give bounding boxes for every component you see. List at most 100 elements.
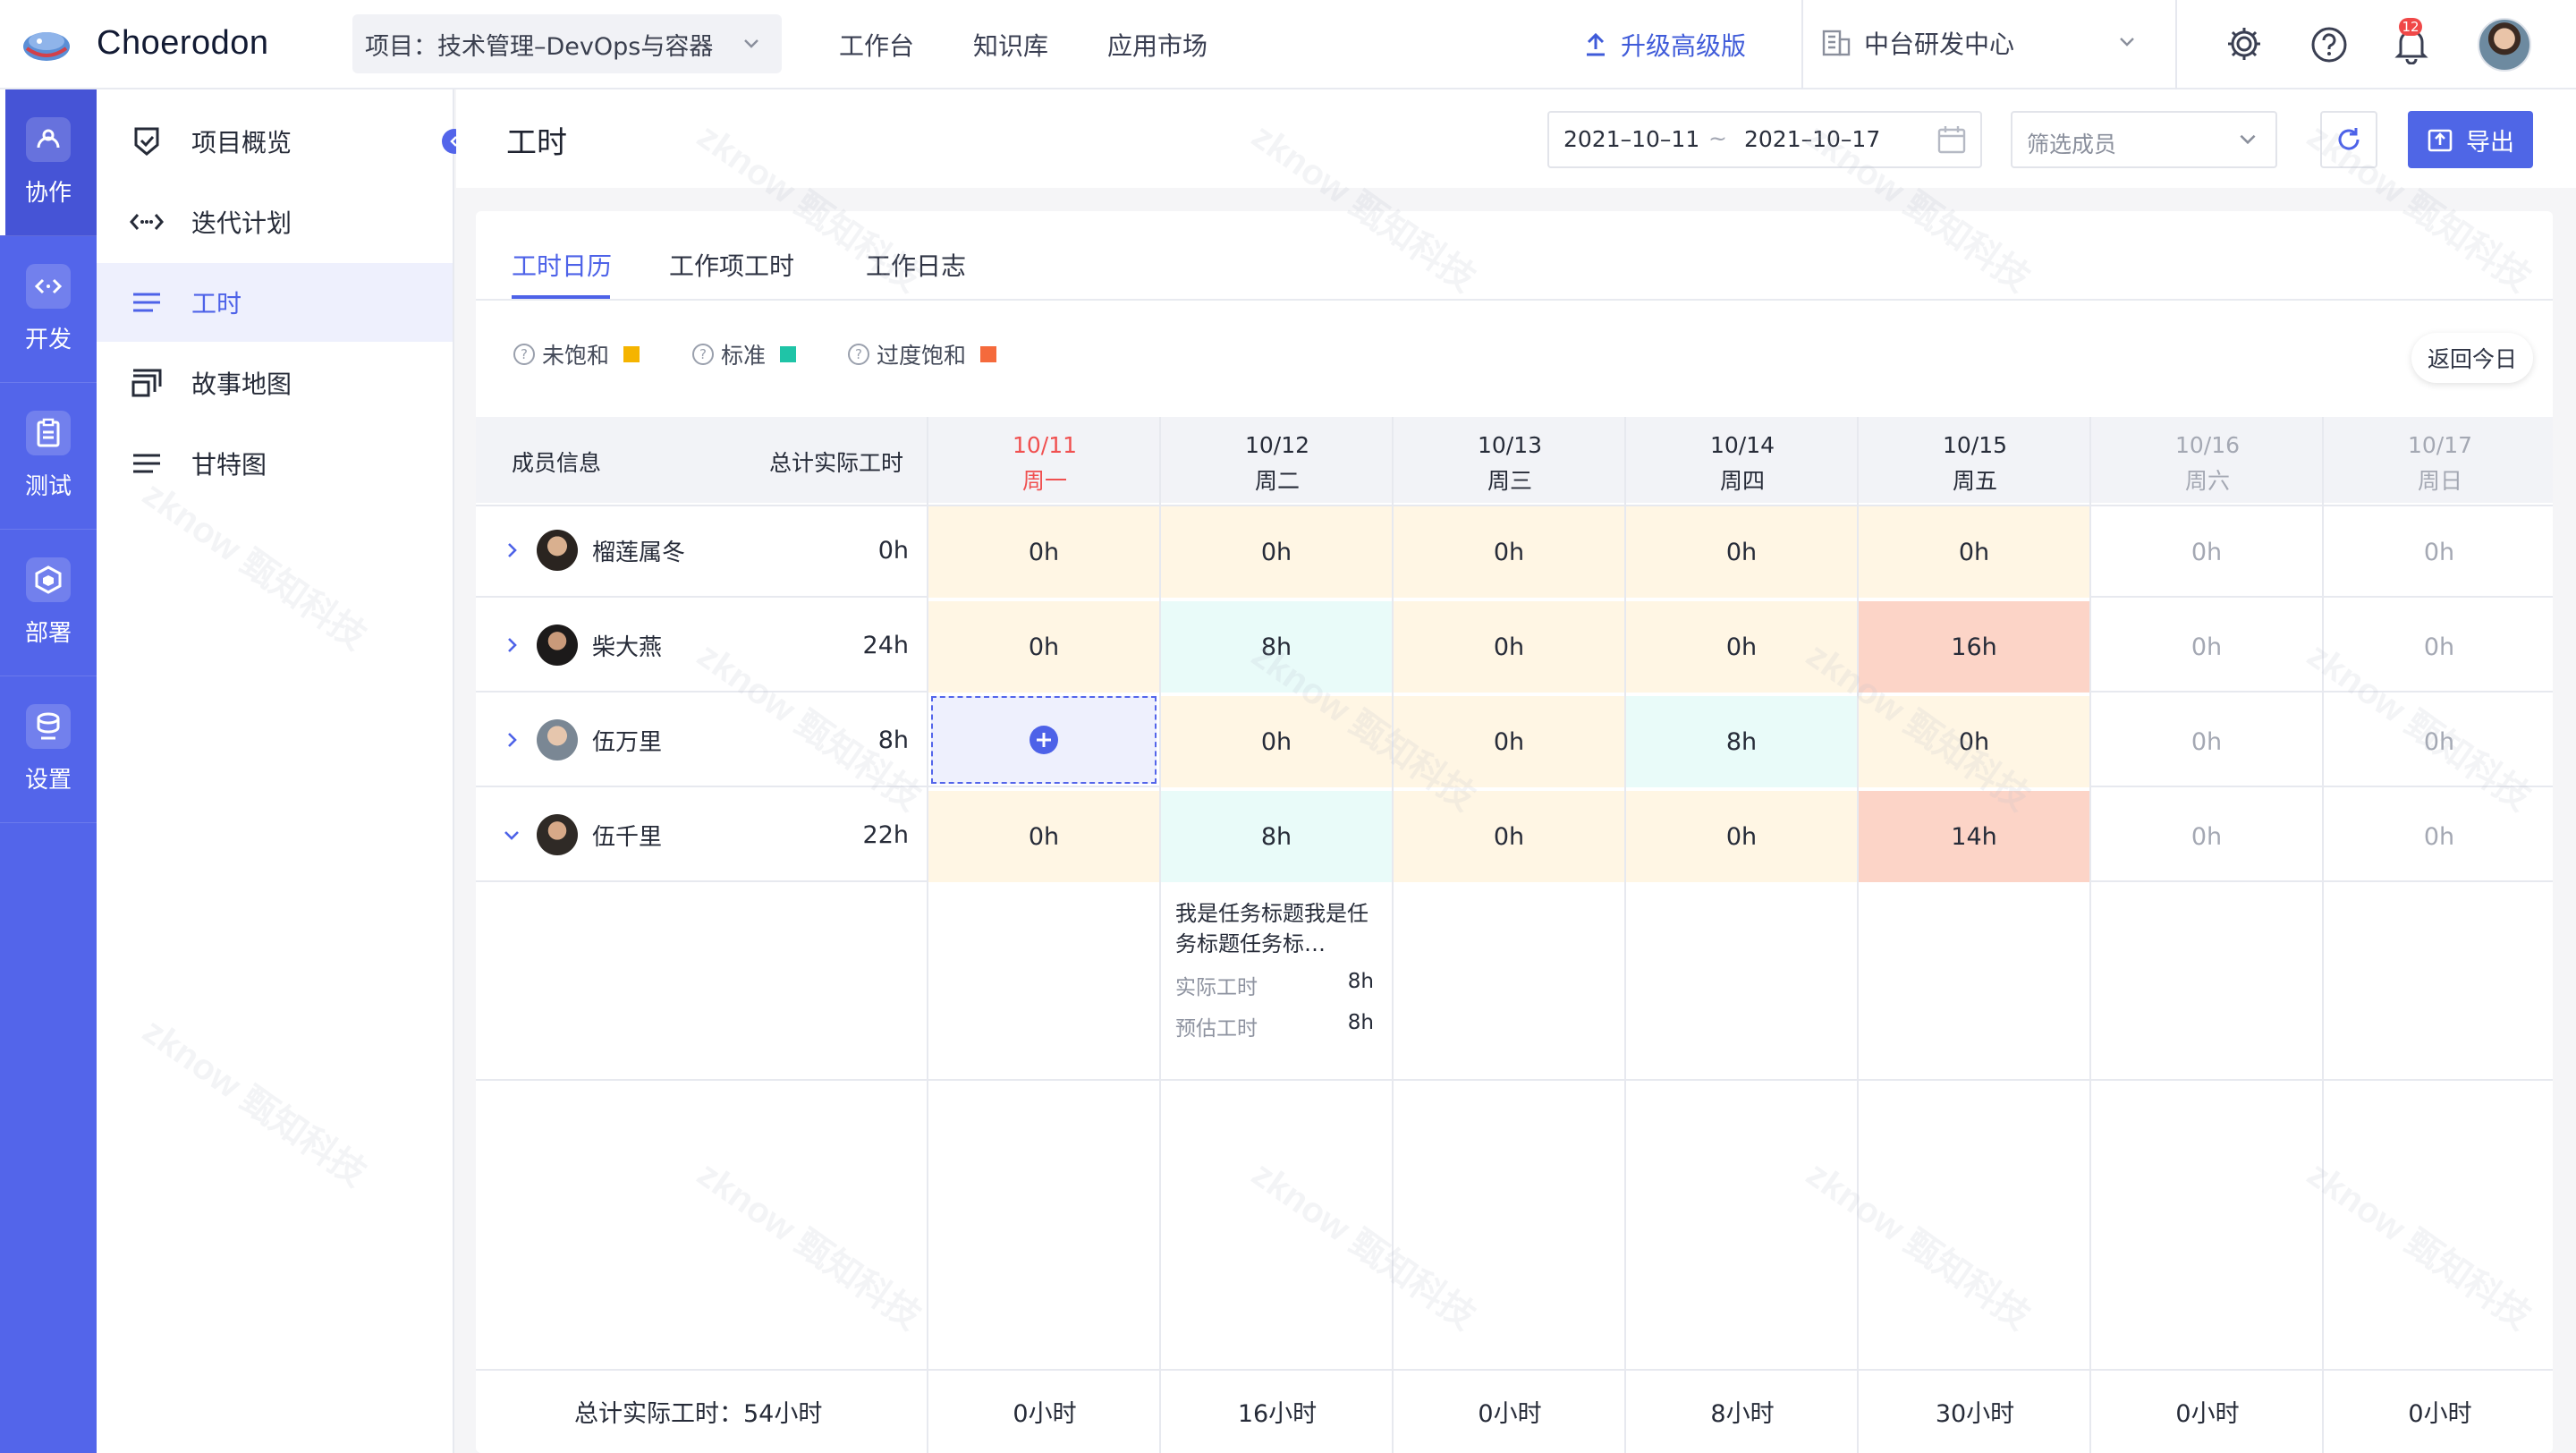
help-icon[interactable] xyxy=(2309,25,2349,64)
subnav-label: 甘特图 xyxy=(191,446,267,481)
member-filter-select[interactable]: 筛选成员 xyxy=(2011,111,2277,168)
day-hours-cell[interactable]: 0h xyxy=(2091,506,2322,598)
subnav-label: 迭代计划 xyxy=(191,204,292,240)
page-title: 工时 xyxy=(506,118,567,162)
day-hours-cell[interactable]: 0h xyxy=(1626,506,1857,598)
code-icon xyxy=(26,264,71,309)
tab-workitem-hours[interactable]: 工作项工时 xyxy=(669,247,794,283)
module-label: 设置 xyxy=(25,761,72,794)
member-avatar xyxy=(537,814,578,855)
org-selector[interactable]: 中台研发中心 xyxy=(1821,25,2014,61)
subnav-item-worktime[interactable]: 工时 xyxy=(97,263,453,342)
day-hours-cell[interactable]: 8h xyxy=(1161,791,1392,882)
day-hours-cell[interactable]: 0h xyxy=(1394,696,1624,787)
chevron-right-icon[interactable] xyxy=(501,635,522,655)
member-name: 伍万里 xyxy=(592,724,662,757)
chevron-down-icon xyxy=(2116,30,2138,52)
top-nav: 工作台 知识库 应用市场 xyxy=(839,27,1267,63)
hours-value: 0h xyxy=(1261,539,1292,566)
refresh-button[interactable] xyxy=(2320,111,2377,168)
subnav-item-story-map[interactable]: 故事地图 xyxy=(97,344,453,422)
legend-standard: ? 标准 xyxy=(692,338,796,370)
help-circle-icon[interactable]: ? xyxy=(513,344,535,365)
day-hours-cell[interactable]: 0h xyxy=(1161,506,1392,598)
day-hours-cell[interactable]: 0h xyxy=(1859,696,2089,787)
gear-icon[interactable] xyxy=(2225,25,2263,63)
top-bar: Choerodon 项目：技术管理–DevOps与容器 工作台 知识库 应用市场… xyxy=(0,0,2576,89)
project-selector[interactable]: 项目：技术管理–DevOps与容器 xyxy=(352,14,782,73)
back-to-today-button[interactable]: 返回今日 xyxy=(2411,333,2533,383)
hours-value: 0h xyxy=(1726,823,1757,851)
app-logo[interactable]: Choerodon xyxy=(20,21,269,64)
clipboard-icon xyxy=(26,411,71,455)
member-name: 伍千里 xyxy=(592,819,662,852)
day-hours-cell[interactable]: 0h xyxy=(2324,601,2555,693)
chevron-down-icon[interactable] xyxy=(501,825,522,845)
module-testing[interactable]: 测试 xyxy=(0,383,97,530)
export-button[interactable]: 导出 xyxy=(2408,111,2533,168)
day-hours-cell[interactable]: 0h xyxy=(1394,601,1624,693)
help-circle-icon[interactable]: ? xyxy=(848,344,869,365)
hours-value: 16h xyxy=(1951,633,1996,661)
day-hours-cell[interactable]: 0h xyxy=(1859,506,2089,598)
day-hours-cell[interactable]: 14h xyxy=(1859,791,2089,882)
day-hours-cell[interactable]: 0h xyxy=(1161,696,1392,787)
day-hours-cell[interactable]: 0h xyxy=(1394,506,1624,598)
module-deploy[interactable]: 部署 xyxy=(0,530,97,676)
module-development[interactable]: 开发 xyxy=(0,236,97,383)
day-hours-cell[interactable]: 0h xyxy=(1394,791,1624,882)
module-settings[interactable]: 设置 xyxy=(0,676,97,823)
legend-swatch xyxy=(623,346,640,362)
day-hours-cell[interactable]: 0h xyxy=(1626,791,1857,882)
day-hours-cell[interactable]: 0h xyxy=(928,791,1159,882)
footer-total-label: 总计实际工时：54小时 xyxy=(574,1394,822,1429)
subnav-item-iteration[interactable]: 迭代计划 xyxy=(97,183,453,261)
upgrade-link[interactable]: 升级高级版 xyxy=(1583,27,1746,63)
upload-icon xyxy=(1583,31,1608,58)
day-hours-cell[interactable]: 0h xyxy=(2091,601,2322,693)
nav-knowledge-base[interactable]: 知识库 xyxy=(973,27,1048,63)
database-settings-icon xyxy=(26,704,71,749)
add-worklog-cell[interactable] xyxy=(931,696,1157,784)
member-avatar xyxy=(537,719,578,760)
subnav-item-overview[interactable]: 项目概览 xyxy=(97,102,453,181)
day-hours-cell[interactable]: 0h xyxy=(1626,601,1857,693)
member-total-hours: 0h xyxy=(801,537,909,565)
member-row: 柴大燕 xyxy=(501,625,662,666)
tab-work-log[interactable]: 工作日志 xyxy=(866,247,966,283)
chevron-right-icon[interactable] xyxy=(501,730,522,750)
day-hours-cell[interactable]: 0h xyxy=(2091,791,2322,882)
user-avatar[interactable] xyxy=(2478,18,2531,72)
date-range-picker[interactable]: 2021–10–11 ~ 2021–10–17 xyxy=(1547,111,1982,168)
task-card[interactable]: 我是任务标题我是任务标题任务标… 实际工时 8h 预估工时 8h xyxy=(1165,886,1385,1058)
day-date: 10/12 xyxy=(1161,428,1394,463)
member-avatar xyxy=(537,530,578,571)
day-hours-cell[interactable]: 0h xyxy=(928,506,1159,598)
footer-day-total: 0小时 xyxy=(1394,1394,1626,1429)
task-actual-label: 实际工时 xyxy=(1175,970,1258,1000)
day-hours-cell[interactable]: 0h xyxy=(2324,506,2555,598)
org-selector-label: 中台研发中心 xyxy=(1864,25,2014,61)
module-collaboration[interactable]: 协作 xyxy=(0,89,97,236)
nav-app-market[interactable]: 应用市场 xyxy=(1107,27,1208,63)
day-hours-cell[interactable]: 0h xyxy=(2091,696,2322,787)
subnav-label: 工时 xyxy=(191,285,242,320)
chevron-right-icon[interactable] xyxy=(501,540,522,560)
iteration-code-icon xyxy=(127,209,166,234)
day-weekday: 周四 xyxy=(1626,463,1859,499)
hours-value: 14h xyxy=(1951,823,1996,851)
day-hours-cell[interactable]: 0h xyxy=(928,601,1159,693)
day-date: 10/16 xyxy=(2091,428,2324,463)
hours-value: 0h xyxy=(2191,823,2222,851)
day-hours-cell[interactable]: 0h xyxy=(2324,791,2555,882)
day-hours-cell[interactable]: 8h xyxy=(1161,601,1392,693)
nav-workbench[interactable]: 工作台 xyxy=(839,27,914,63)
tab-worktime-calendar[interactable]: 工时日历 xyxy=(512,247,612,283)
day-hours-cell[interactable]: 0h xyxy=(2324,696,2555,787)
help-circle-icon[interactable]: ? xyxy=(692,344,714,365)
day-header: 10/12周二 xyxy=(1161,428,1394,499)
subnav-item-gantt[interactable]: 甘特图 xyxy=(97,424,453,503)
day-hours-cell[interactable]: 16h xyxy=(1859,601,2089,693)
day-hours-cell[interactable]: 8h xyxy=(1626,696,1857,787)
active-tab-indicator xyxy=(512,295,610,299)
